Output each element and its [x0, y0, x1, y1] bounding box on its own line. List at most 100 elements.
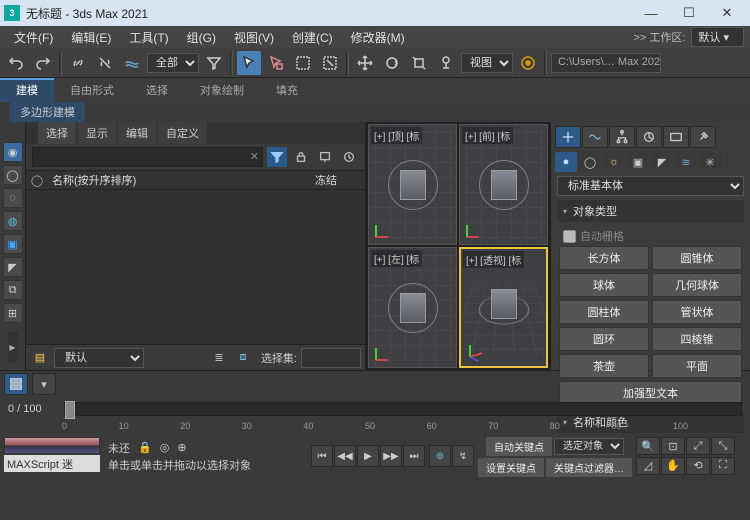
select-place-button[interactable]	[434, 51, 458, 75]
geometry-subtab[interactable]: ●	[555, 152, 577, 172]
link-button[interactable]	[66, 51, 90, 75]
key-target-select[interactable]: 选定对象	[554, 438, 624, 455]
key-tangent-button[interactable]: ↯	[452, 445, 474, 467]
prev-frame-button[interactable]: ◀◀	[334, 445, 356, 467]
spacewarps-subtab[interactable]: ≋	[675, 152, 697, 172]
select-move-button[interactable]	[353, 51, 377, 75]
explorer-filter-button[interactable]	[267, 147, 287, 167]
pivot-button[interactable]	[516, 51, 540, 75]
vp-layout-quad-button[interactable]	[4, 373, 28, 395]
select-rotate-button[interactable]	[380, 51, 404, 75]
object-type-button[interactable]: 茶壶	[559, 354, 649, 378]
object-type-button[interactable]: 圆环	[559, 327, 649, 351]
filter-lights-icon[interactable]: ◍	[3, 211, 23, 231]
key-mode-button[interactable]: ⊕	[429, 445, 451, 467]
undo-button[interactable]	[4, 51, 28, 75]
lights-subtab[interactable]: ☼	[603, 152, 625, 172]
filter-geometry-icon[interactable]: ◯	[3, 165, 23, 185]
workspace-select[interactable]: 默认 ▾	[691, 27, 744, 47]
modify-tab[interactable]	[582, 126, 608, 148]
layer-select[interactable]: 默认	[54, 348, 144, 368]
ref-coord-select[interactable]: 视图	[461, 53, 513, 73]
search-clear-icon[interactable]: ✕	[250, 150, 259, 163]
viewport-top-label[interactable]: [+] [顶] [标	[371, 127, 422, 144]
ribbon-tab-freeform[interactable]: 自由形式	[54, 78, 130, 102]
play-button[interactable]: ▶	[357, 445, 379, 467]
zoom-extents-all-icon[interactable]: ⤡	[711, 437, 735, 455]
explorer-tab-display[interactable]: 显示	[78, 122, 116, 144]
filter-cameras-icon[interactable]: ▣	[3, 234, 23, 254]
zoom-icon[interactable]: 🔍	[636, 437, 660, 455]
window-crossing-button[interactable]	[318, 51, 342, 75]
explorer-tab-custom[interactable]: 自定义	[158, 122, 207, 144]
object-type-button[interactable]: 圆锥体	[652, 246, 742, 270]
select-name-button[interactable]	[264, 51, 288, 75]
viewport-front[interactable]: [+] [前] [标	[459, 124, 548, 245]
selection-set-input[interactable]	[301, 348, 361, 368]
selection-filter-select[interactable]: 全部	[147, 53, 199, 73]
fov-icon[interactable]: ◿	[636, 457, 660, 475]
display-tab[interactable]	[663, 126, 689, 148]
rail-expand-button[interactable]: ▶	[8, 332, 18, 362]
object-type-button[interactable]: 长方体	[559, 246, 649, 270]
visibility-column-icon[interactable]: ◯	[31, 174, 43, 187]
minimize-button[interactable]: —	[632, 0, 670, 26]
utilities-tab[interactable]	[690, 126, 716, 148]
key-filter-button[interactable]: 关键点过滤器…	[546, 458, 632, 477]
menu-view[interactable]: 视图(V)	[226, 27, 282, 48]
isolate-icon[interactable]: ◎	[160, 441, 170, 454]
vp-layout-add-button[interactable]: ▾	[32, 373, 56, 395]
helpers-subtab[interactable]: ◤	[651, 152, 673, 172]
time-slider-handle[interactable]	[65, 401, 75, 419]
ribbon-tab-selection[interactable]: 选择	[130, 78, 184, 102]
object-type-button[interactable]: 平面	[652, 354, 742, 378]
project-path[interactable]: C:\Users\… Max 2021 ▾	[551, 53, 661, 73]
object-type-button[interactable]: 管状体	[652, 300, 742, 324]
object-type-rollout-header[interactable]: 对象类型	[557, 200, 744, 222]
orbit-icon[interactable]: ⟲	[686, 457, 710, 475]
more-icon[interactable]	[339, 147, 359, 167]
viewport-front-label[interactable]: [+] [前] [标	[462, 127, 513, 144]
category-select[interactable]: 标准基本体	[557, 176, 744, 196]
object-type-button[interactable]: 球体	[559, 273, 649, 297]
autogrid-checkbox[interactable]: 自动栅格	[559, 226, 742, 246]
ribbon-tab-populate[interactable]: 填充	[260, 78, 314, 102]
autokey-button[interactable]: 自动关键点	[486, 437, 552, 456]
layers-stack-icon[interactable]: ≣	[209, 348, 229, 368]
unlink-button[interactable]	[93, 51, 117, 75]
ribbon-tab-modeling[interactable]: 建模	[0, 78, 54, 102]
maximize-button[interactable]: ☐	[670, 0, 708, 26]
pin-icon[interactable]	[315, 147, 335, 167]
maxscript-listener[interactable]: MAXScript 迷	[4, 455, 100, 472]
viewport-left[interactable]: [+] [左] [标	[368, 247, 457, 368]
explorer-search-input[interactable]	[32, 147, 263, 167]
menu-modifiers[interactable]: 修改器(M)	[343, 27, 413, 48]
explorer-tab-select[interactable]: 选择	[38, 122, 76, 144]
goto-start-button[interactable]: ⏮	[311, 445, 333, 467]
menu-create[interactable]: 创建(C)	[284, 27, 341, 48]
filter-shapes-icon[interactable]: ◌	[3, 188, 23, 208]
goto-end-button[interactable]: ⏭	[403, 445, 425, 467]
zoom-extents-icon[interactable]: ⤢	[686, 437, 710, 455]
filter-all-icon[interactable]: ◉	[3, 142, 23, 162]
filter-spacewarps-icon[interactable]: ⧉	[3, 280, 23, 300]
viewport-left-label[interactable]: [+] [左] [标	[371, 250, 422, 267]
close-button[interactable]: ✕	[708, 0, 746, 26]
menu-file[interactable]: 文件(F)	[6, 27, 61, 48]
explorer-tab-edit[interactable]: 编辑	[118, 122, 156, 144]
freeze-column-header[interactable]: 冻结	[315, 172, 365, 188]
bind-spacewarp-button[interactable]	[120, 51, 144, 75]
menu-edit[interactable]: 编辑(E)	[63, 27, 119, 48]
maximize-vp-icon[interactable]: ⛶	[711, 457, 735, 475]
lock-icon[interactable]	[291, 147, 311, 167]
cameras-subtab[interactable]: ▣	[627, 152, 649, 172]
motion-tab[interactable]	[636, 126, 662, 148]
name-column-header[interactable]: 名称(按升序排序)	[48, 172, 315, 188]
time-track[interactable]	[64, 402, 742, 416]
viewport-perspective[interactable]: [+] [透视] [标	[459, 247, 548, 368]
viewport-top[interactable]: [+] [顶] [标	[368, 124, 457, 245]
hierarchy-tab[interactable]	[609, 126, 635, 148]
explorer-body[interactable]	[26, 190, 365, 344]
poly-modeling-tab[interactable]: 多边形建模	[10, 102, 85, 122]
ribbon-tab-objpaint[interactable]: 对象绘制	[184, 78, 260, 102]
